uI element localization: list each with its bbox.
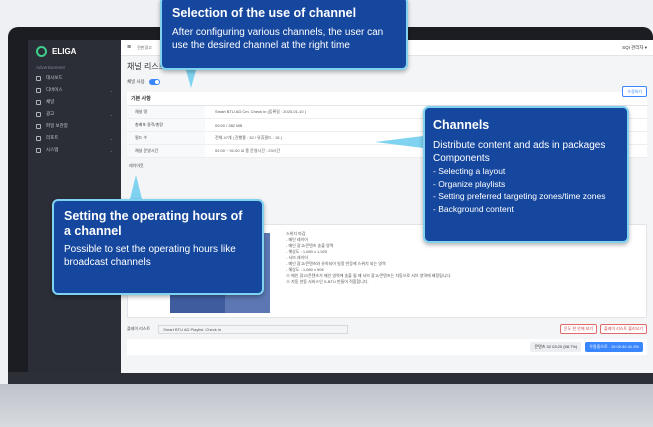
callout-list-item: - Selecting a layout [433,166,506,176]
layout-note: ※ 자동 연동 서비스인 S-BTU 만들어 적합합니다. [286,279,369,284]
callout-pointer [130,175,142,199]
callout-channels: Channels Distribute content and ads in p… [423,106,629,243]
callout-title: Selection of the use of channel [172,6,357,20]
brand[interactable]: ELIGA [28,40,121,62]
menu-icon[interactable]: ≡ [127,44,131,51]
monitor-stand [0,384,653,427]
callout-body: Possible to set the operating hours like… [64,244,236,268]
info-key: 채널 명 [127,106,205,118]
info-value: 전체 47개 | 진행즁 : 32 / 유휴필드 : 15 ) [215,135,282,140]
edit-button[interactable]: 수정하기 [622,86,647,97]
chevron-down-icon: ⌄ [109,111,113,117]
chevron-down-icon: ⌄ [109,135,113,141]
menu-item-icon [36,111,41,117]
playlist-row: 플레이 리스트 Smart BTU AD Playlist. Check in … [127,322,647,336]
idle-status-badge: 우용중으로 : 15 02:40 41.3% [585,342,643,352]
callout-title: Setting the operating hours of a channel [64,209,243,238]
info-key: 필드 수 [127,132,205,144]
chevron-down-icon: ⌄ [109,147,113,153]
sidebar-section-label: Advertisement [36,65,65,70]
breadcrumb: 전판광고 [137,44,152,50]
info-value: 02:00 ~ 01:00 ☑ 종 운영시간 : 23시간 [215,148,281,153]
menu-item-icon [36,75,41,81]
menu-item-icon [36,135,41,141]
callout-list-item: - Organize playlists [433,178,506,189]
callout-body: After configuring various channels, the … [172,27,384,51]
sidebar-item-label: 대시보드 [46,75,63,80]
sidebar-item-label: 채널 [46,99,55,104]
load-playlist-button[interactable]: 플레이 리스트 불러오기 [599,324,647,334]
callout-pointer [186,70,196,88]
channel-toggle-row: 채널 사용 [121,75,653,89]
menu-item-icon [36,99,41,105]
callout-title: Channels [433,118,490,132]
sidebar-item-label: 시스템 [46,147,59,152]
callout-body: Distribute content and ads in packages [433,140,606,151]
sidebar-item[interactable]: 채널 [28,96,121,108]
sidebar-item-label: 광고 [46,111,55,116]
sidebar-item[interactable]: 대시보드 [28,72,121,84]
sidebar-item[interactable]: 리포트 ⌄ [28,132,121,144]
menu-item-icon [36,147,41,153]
info-key: 채널 운영시간 [127,145,205,157]
app-name: ELIGA [52,46,77,56]
playlist-label: 플레이 리스트 [127,326,151,331]
sidebar-item-label: 파일 보관함 [46,123,68,128]
monitor-chin [8,372,653,384]
sidebar-item[interactable]: 디바이스 ⌄ [28,84,121,96]
view-playlist-button[interactable]: 운도 한 안에 보기 [559,324,597,334]
menu-item-icon [36,123,41,129]
sidebar-item-label: 리포트 [46,135,59,140]
chevron-down-icon: ⌄ [109,87,113,93]
playlist-field[interactable]: Smart BTU AD Playlist. Check in [158,324,349,334]
sidebar-item[interactable]: 파일 보관함 [28,120,121,132]
callout-list-item: - Background content [433,203,514,214]
status-row: 콘텐츠 32 03:20 (58.7%) 우용중으로 : 15 02:40 41… [127,339,647,355]
sidebar-item[interactable]: 시스템 ⌄ [28,144,121,156]
menu-item-icon [36,87,41,93]
user-menu[interactable]: SQI 관리자 ▾ [622,45,647,51]
callout-channel-use: Selection of the use of channel After co… [160,0,408,70]
callout-pointer [375,136,423,148]
content-status-badge: 콘텐츠 32 03:20 (58.7%) [530,342,582,352]
sidebar-item-label: 디바이스 [46,87,63,92]
info-value: Smart BTU AD Cm. Check in (등록일 : 2020-01… [215,109,307,114]
logo-icon [36,45,47,57]
info-value: 09:00 / 382 MB [215,122,243,128]
toggle-label: 채널 사용 [127,79,145,84]
callout-list-item: - Setting preferred targeting zones/time… [433,191,606,201]
callout-subtitle: Components [433,153,490,164]
sidebar-item[interactable]: 광고 ⌄ [28,108,121,120]
callout-operating-hours: Setting the operating hours of a channel… [52,199,264,295]
info-key: 총배포 용적/총량 [127,119,205,131]
channel-use-toggle[interactable] [148,79,160,85]
section-basic-info: 기본 사항 [127,92,647,106]
